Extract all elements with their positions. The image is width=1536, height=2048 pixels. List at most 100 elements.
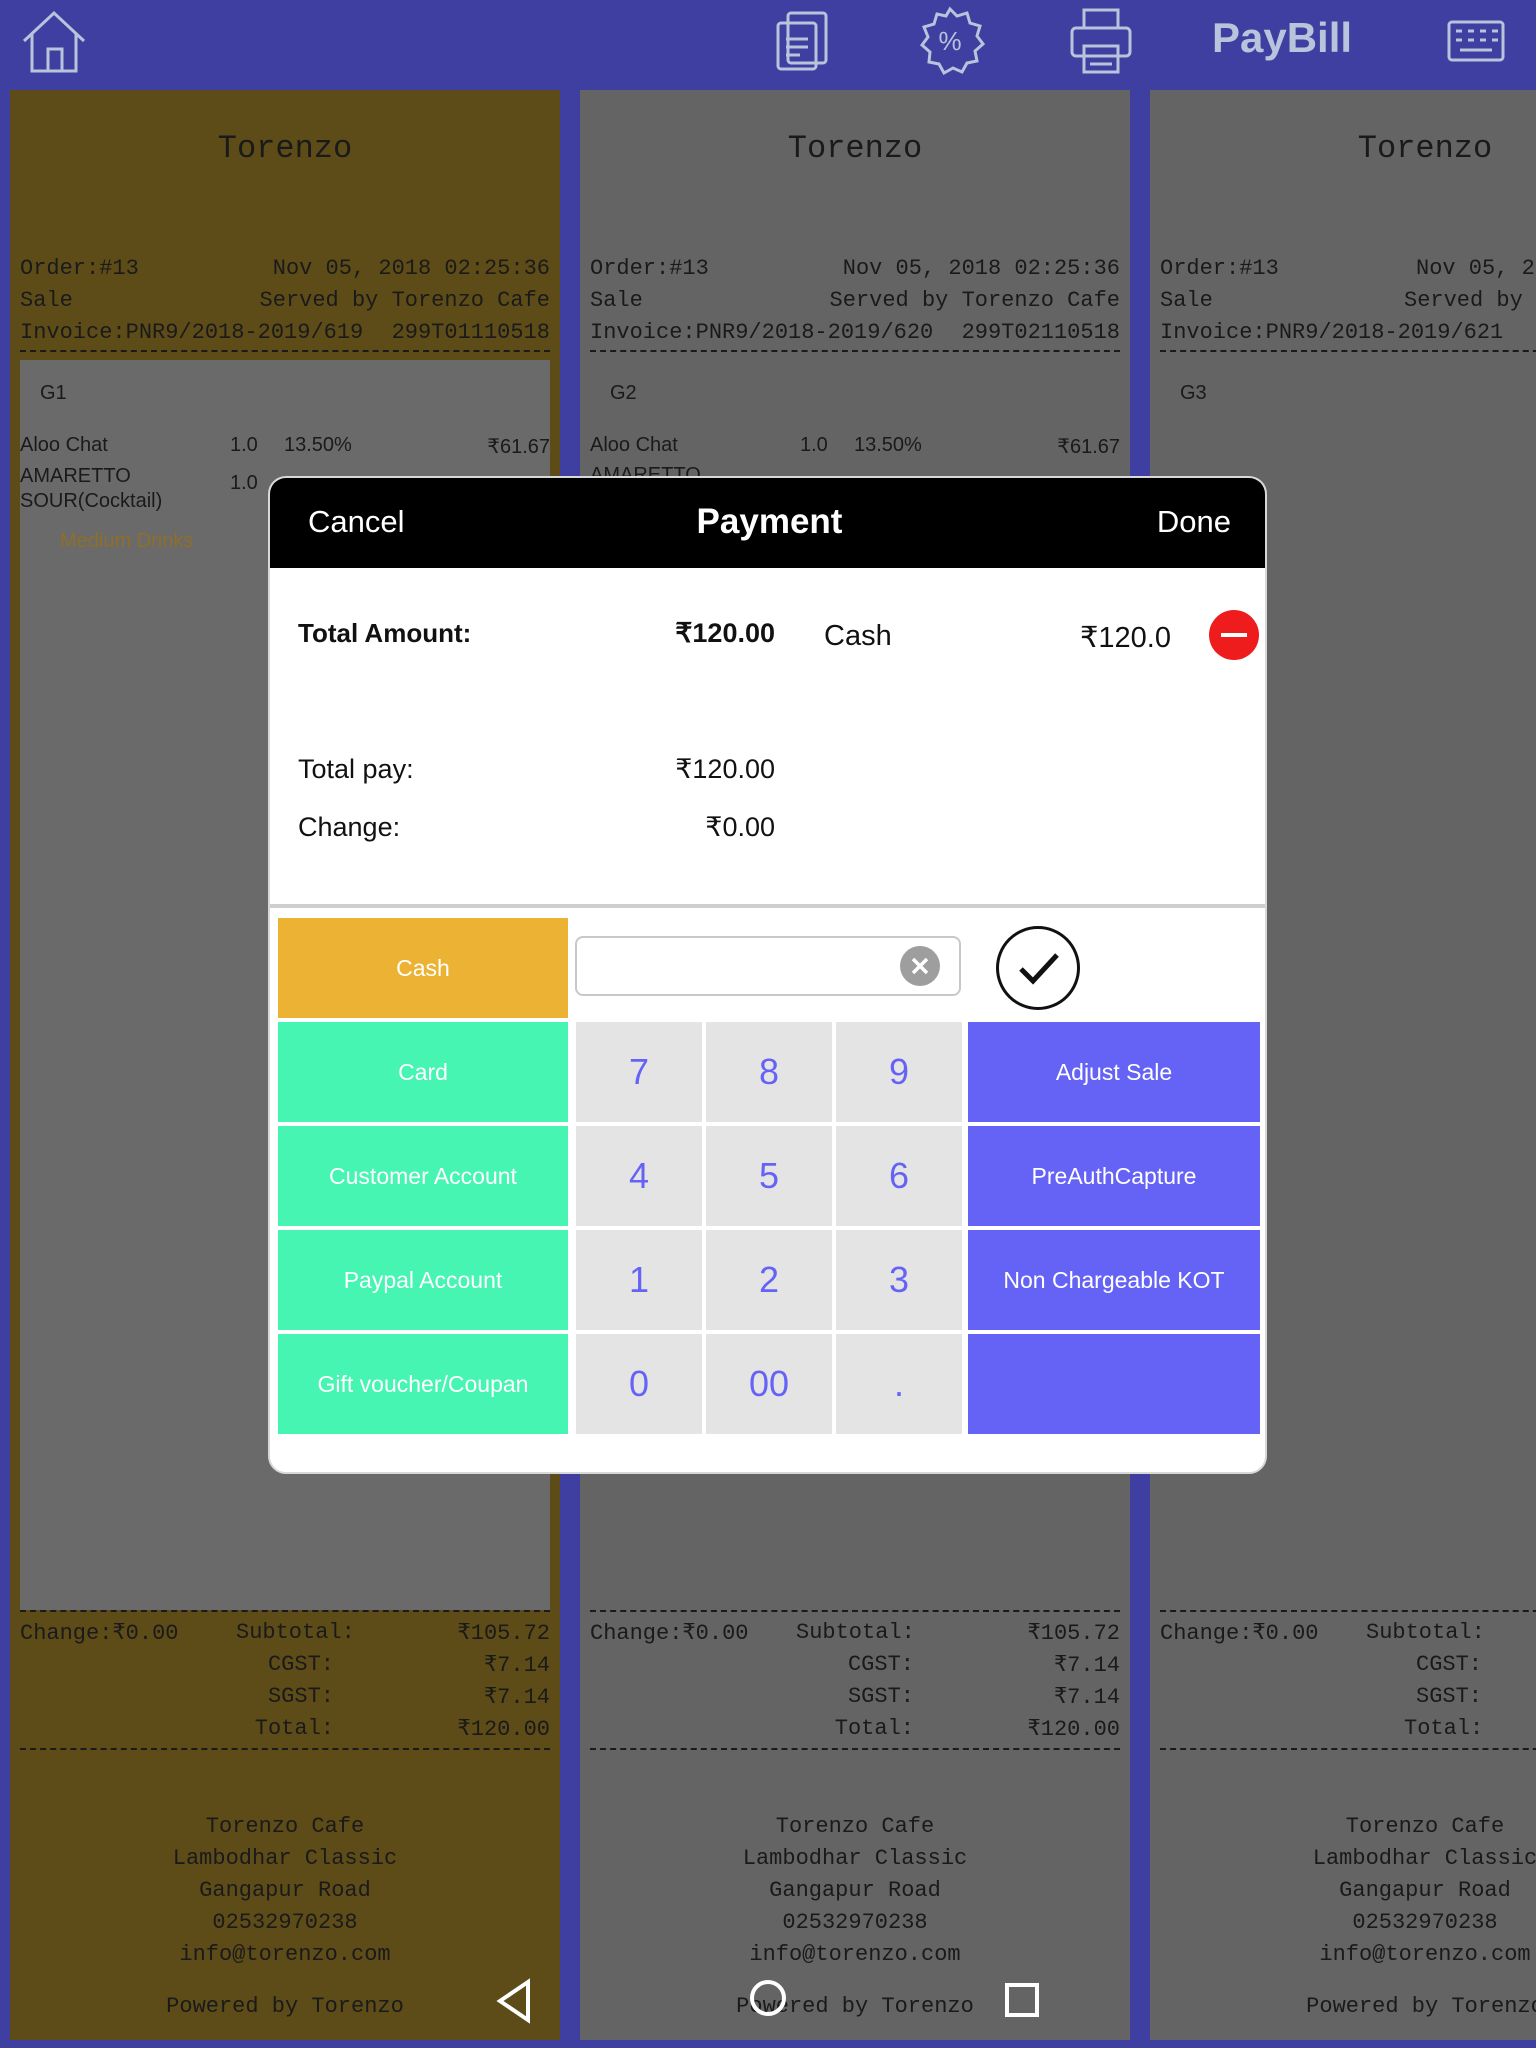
item-amount: ₹61.67 — [487, 436, 550, 458]
keyboard-icon[interactable] — [1444, 6, 1508, 76]
footer-line: Torenzo Cafe — [775, 1814, 935, 1839]
home-circle-icon[interactable] — [748, 1978, 788, 2023]
footer-line: Lambodhar Classic — [742, 1846, 968, 1871]
served-by: Served by Torenzo Cafe — [829, 288, 1120, 313]
cgst-label: CGST: — [1416, 1652, 1483, 1677]
served-by: Served by Torenzo Cafe — [259, 288, 550, 313]
cgst-label: CGST: — [267, 1652, 334, 1677]
item-amount: ₹61.67 — [1057, 436, 1120, 458]
receipt-brand: Torenzo — [217, 130, 353, 167]
cgst-value: ₹7.14 — [1053, 1653, 1120, 1678]
method-customer-account-button[interactable]: Customer Account — [278, 1126, 568, 1226]
sgst-label: SGST: — [267, 1684, 334, 1709]
total-pay-label: Total pay: — [298, 754, 414, 784]
footer-line: Torenzo Cafe — [1345, 1814, 1505, 1839]
order-datetime: Nov 05, 2018 02:25:36 — [272, 256, 550, 281]
key-0[interactable]: 0 — [576, 1334, 702, 1434]
svg-text:%: % — [938, 26, 961, 56]
sgst-label: SGST: — [847, 1684, 914, 1709]
dialog-header: Cancel Payment Done — [270, 478, 1265, 568]
change-value: Change:₹0.00 — [590, 1621, 749, 1646]
sgst-label: SGST: — [1416, 1684, 1483, 1709]
total-pay-value: ₹120.00 — [675, 754, 775, 784]
divider — [20, 350, 550, 352]
key-5[interactable]: 5 — [706, 1126, 832, 1226]
group-label: G2 — [610, 382, 637, 404]
key-00[interactable]: 00 — [706, 1334, 832, 1434]
subtotal-value: ₹105.72 — [1027, 1621, 1120, 1646]
invoice-number: Invoice:PNR9/2018-2019/621 — [1160, 320, 1504, 345]
non-chargeable-kot-button[interactable]: Non Chargeable KOT — [968, 1230, 1260, 1330]
footer-line: Torenzo Cafe — [205, 1814, 365, 1839]
item-qty: 1.0 — [230, 472, 258, 494]
adjust-sale-button[interactable]: Adjust Sale — [968, 1022, 1260, 1122]
recents-icon[interactable] — [1004, 1982, 1040, 2023]
done-button[interactable]: Done — [1157, 504, 1231, 540]
footer-line: 02532970238 — [782, 1910, 928, 1935]
divider — [590, 1610, 1120, 1612]
printer-icon[interactable] — [1066, 6, 1136, 76]
invoice-number: Invoice:PNR9/2018-2019/620 — [590, 320, 934, 345]
clear-input-icon[interactable] — [900, 946, 940, 986]
item-name: Aloo Chat — [590, 434, 678, 456]
key-2[interactable]: 2 — [706, 1230, 832, 1330]
key-6[interactable]: 6 — [836, 1126, 962, 1226]
served-by: Served by T — [1404, 288, 1536, 313]
order-number: Order:#13 — [1160, 256, 1279, 281]
sgst-value: ₹7.14 — [1053, 1685, 1120, 1710]
method-card-button[interactable]: Card — [278, 1022, 568, 1122]
back-icon[interactable] — [494, 1978, 534, 2029]
key-3[interactable]: 3 — [836, 1230, 962, 1330]
powered-by: Powered by Torenzo — [1306, 1994, 1536, 2019]
discount-percent-icon[interactable]: % — [912, 6, 988, 76]
divider — [1160, 350, 1536, 352]
key-decimal[interactable]: . — [836, 1334, 962, 1434]
confirm-check-icon[interactable] — [996, 926, 1080, 1010]
order-datetime: Nov 05, 2018 02:25:36 — [842, 256, 1120, 281]
total-amount-label: Total Amount: — [298, 618, 472, 648]
order-type: Sale — [590, 288, 643, 313]
total-value: ₹120.00 — [1027, 1717, 1120, 1742]
item-qty: 1.0 — [230, 434, 258, 456]
divider — [590, 1748, 1120, 1750]
footer-line: 02532970238 — [1352, 1910, 1498, 1935]
divider — [20, 1610, 550, 1612]
method-cash-button[interactable]: Cash — [278, 918, 568, 1018]
key-9[interactable]: 9 — [836, 1022, 962, 1122]
footer-line: Gangapur Road — [769, 1878, 941, 1903]
receipt-invoice-row: Invoice:PNR9/2018-2019/621 — [1160, 320, 1536, 345]
empty-action-button[interactable] — [968, 1334, 1260, 1434]
invoice-code: 299T02110518 — [961, 320, 1120, 345]
subtotal-value: ₹105.72 — [457, 1621, 550, 1646]
dialog-title: Payment — [696, 502, 843, 541]
receipt-type-row: Sale Served by Torenzo Cafe — [20, 288, 550, 313]
key-8[interactable]: 8 — [706, 1022, 832, 1122]
order-datetime: Nov 05, 2 — [1416, 256, 1535, 281]
group-label: G3 — [1180, 382, 1207, 404]
remove-payment-icon[interactable] — [1209, 610, 1259, 660]
receipt-invoice-row: Invoice:PNR9/2018-2019/619 299T01110518 — [20, 320, 550, 345]
key-4[interactable]: 4 — [576, 1126, 702, 1226]
order-number: Order:#13 — [590, 256, 709, 281]
total-label: Total: — [1404, 1716, 1484, 1741]
home-icon[interactable] — [16, 6, 92, 76]
group-label: G1 — [40, 382, 67, 404]
method-gift-voucher-button[interactable]: Gift voucher/Coupan — [278, 1334, 568, 1434]
method-paypal-button[interactable]: Paypal Account — [278, 1230, 568, 1330]
receipt-icon[interactable] — [770, 6, 834, 76]
key-7[interactable]: 7 — [576, 1022, 702, 1122]
item-tax: 13.50% — [854, 434, 922, 456]
divider — [1160, 1748, 1536, 1750]
sgst-value: ₹7.14 — [483, 1685, 550, 1710]
footer-line: Lambodhar Classic — [172, 1846, 398, 1871]
divider — [1160, 1610, 1536, 1612]
item-tax: 13.50% — [284, 434, 352, 456]
key-1[interactable]: 1 — [576, 1230, 702, 1330]
receipt-order-row: Order:#13 Nov 05, 2018 02:25:36 — [20, 256, 550, 281]
receipt-brand: Torenzo — [1357, 130, 1493, 167]
preauth-capture-button[interactable]: PreAuthCapture — [968, 1126, 1260, 1226]
change-value: Change:₹0.00 — [20, 1621, 179, 1646]
receipt-brand: Torenzo — [787, 130, 923, 167]
receipt-order-row: Order:#13 Nov 05, 2018 02:25:36 — [590, 256, 1120, 281]
top-app-bar: % PayBill — [0, 0, 1536, 80]
